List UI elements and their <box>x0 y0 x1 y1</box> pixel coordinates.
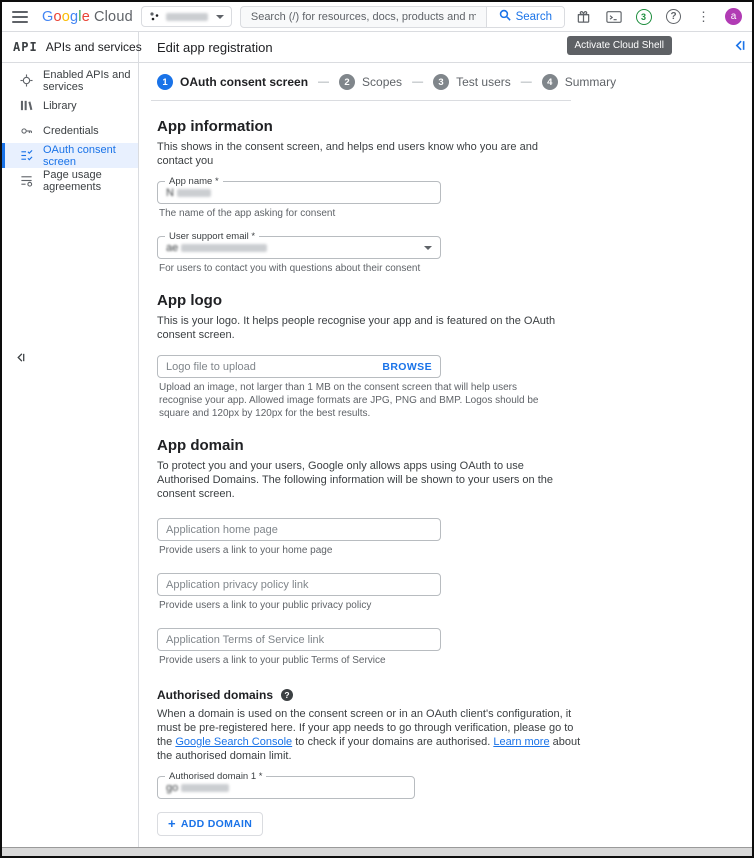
sidebar-item-page-usage-agreements[interactable]: Page usage agreements <box>2 168 138 193</box>
support-email-helper: For users to contact you with questions … <box>157 262 557 275</box>
agreements-icon <box>20 174 33 187</box>
cloud-shell-tooltip: Activate Cloud Shell <box>567 36 673 55</box>
top-app-bar: Google Cloud Search <box>2 2 752 32</box>
search-button[interactable]: Search <box>486 7 564 27</box>
key-icon <box>20 124 33 138</box>
support-email-value: ae <box>166 242 178 254</box>
help-question-icon[interactable]: ? <box>281 689 293 701</box>
app-name-helper: The name of the app asking for consent <box>157 207 557 220</box>
sidebar-title: APIs and services <box>46 40 142 54</box>
sidebar-item-label: OAuth consent screen <box>43 144 138 168</box>
app-name-value: N <box>166 187 174 199</box>
sidebar-item-label: Enabled APIs and services <box>43 69 138 93</box>
app-domain-title: App domain <box>157 437 752 454</box>
app-window: Google Cloud Search <box>0 0 754 858</box>
authorised-domain-value: go <box>166 782 178 794</box>
chevron-down-icon <box>424 246 432 250</box>
sidebar: API APIs and services Enabled APIs and s… <box>2 32 139 847</box>
global-search: Search <box>240 6 565 28</box>
notifications-icon[interactable]: 3 <box>635 8 652 25</box>
sidebar-item-library[interactable]: Library <box>2 93 138 118</box>
step-scopes[interactable]: 2 Scopes <box>339 74 402 90</box>
step-separator: — <box>316 76 331 88</box>
cloud-shell-icon[interactable] <box>605 8 622 25</box>
notification-count-badge: 3 <box>636 9 652 25</box>
terms-of-service-input[interactable] <box>166 634 432 646</box>
sidebar-item-label: Library <box>43 100 77 112</box>
logo-file-input[interactable] <box>166 361 382 373</box>
chevron-down-icon <box>216 15 224 19</box>
account-avatar[interactable]: a <box>725 8 742 25</box>
collapse-panel-icon[interactable] <box>733 39 746 57</box>
project-name-redacted <box>166 13 208 21</box>
stepper-divider <box>151 100 571 101</box>
search-icon <box>499 9 511 24</box>
more-options-icon[interactable]: ⋮ <box>695 8 712 25</box>
menu-icon[interactable] <box>12 11 28 23</box>
google-wordmark: Google <box>42 9 90 25</box>
step-oauth-consent-screen[interactable]: 1 OAuth consent screen <box>157 74 308 90</box>
gift-icon[interactable] <box>575 8 592 25</box>
sidebar-item-oauth-consent-screen[interactable]: OAuth consent screen <box>2 143 138 168</box>
user-support-email-field[interactable]: User support email * ae <box>157 236 441 259</box>
browse-button[interactable]: BROWSE <box>382 361 432 373</box>
plus-icon: + <box>168 819 176 829</box>
home-page-helper: Provide users a link to your home page <box>157 544 557 557</box>
app-information-title: App information <box>157 118 752 135</box>
terms-of-service-field[interactable] <box>157 628 441 651</box>
home-page-input[interactable] <box>166 524 432 536</box>
app-logo-title: App logo <box>157 292 752 309</box>
consent-screen-icon <box>20 149 33 162</box>
terms-of-service-helper: Provide users a link to your public Term… <box>157 654 557 667</box>
app-domain-description: To protect you and your users, Google on… <box>157 459 572 501</box>
app-name-field[interactable]: App name * N <box>157 181 441 204</box>
sidebar-item-label: Page usage agreements <box>43 169 138 193</box>
registration-stepper: 1 OAuth consent screen — 2 Scopes — 3 Te… <box>157 63 752 100</box>
logo-upload-helper: Upload an image, not larger than 1 MB on… <box>157 381 557 420</box>
api-product-logo: API <box>13 40 38 54</box>
privacy-policy-field[interactable] <box>157 573 441 596</box>
app-logo-description: This is your logo. It helps people recog… <box>157 314 572 342</box>
cloud-wordmark: Cloud <box>94 9 133 25</box>
topbar-icons: 3 ? ⋮ a <box>573 8 744 25</box>
step-separator: — <box>410 76 425 88</box>
learn-more-link[interactable]: Learn more <box>493 736 549 748</box>
collapse-sidebar-icon[interactable] <box>15 350 26 368</box>
window-bottom-edge <box>2 847 752 856</box>
sidebar-header: API APIs and services <box>2 32 138 63</box>
page-header: Edit app registration Activate Cloud She… <box>139 32 752 63</box>
search-input[interactable] <box>241 7 486 27</box>
google-cloud-logo[interactable]: Google Cloud <box>36 9 133 25</box>
main-panel: Edit app registration Activate Cloud She… <box>139 32 752 847</box>
sidebar-item-credentials[interactable]: Credentials <box>2 118 138 143</box>
step-test-users[interactable]: 3 Test users <box>433 74 511 90</box>
authorised-domains-description: When a domain is used on the consent scr… <box>157 707 585 763</box>
authorised-domains-title: Authorised domains ? <box>157 688 752 702</box>
library-icon <box>20 99 33 112</box>
app-information-description: This shows in the consent screen, and he… <box>157 140 572 168</box>
authorised-domain-1-field[interactable]: Authorised domain 1 * go <box>157 776 415 799</box>
privacy-policy-helper: Provide users a link to your public priv… <box>157 599 557 612</box>
logo-upload-field[interactable]: BROWSE <box>157 355 441 378</box>
project-selector[interactable] <box>141 6 232 27</box>
sidebar-nav: Enabled APIs and services Library Creden… <box>2 63 138 193</box>
sidebar-item-label: Credentials <box>43 125 99 137</box>
google-search-console-link[interactable]: Google Search Console <box>175 736 292 748</box>
add-domain-button[interactable]: + ADD DOMAIN <box>157 812 263 836</box>
privacy-policy-input[interactable] <box>166 579 432 591</box>
enabled-apis-icon <box>20 74 33 87</box>
help-icon[interactable]: ? <box>665 8 682 25</box>
home-page-field[interactable] <box>157 518 441 541</box>
step-summary[interactable]: 4 Summary <box>542 74 616 90</box>
project-icon <box>149 11 160 22</box>
page-title: Edit app registration <box>157 40 273 55</box>
sidebar-item-enabled-apis[interactable]: Enabled APIs and services <box>2 68 138 93</box>
step-separator: — <box>519 76 534 88</box>
form-content: 1 OAuth consent screen — 2 Scopes — 3 Te… <box>139 63 752 847</box>
